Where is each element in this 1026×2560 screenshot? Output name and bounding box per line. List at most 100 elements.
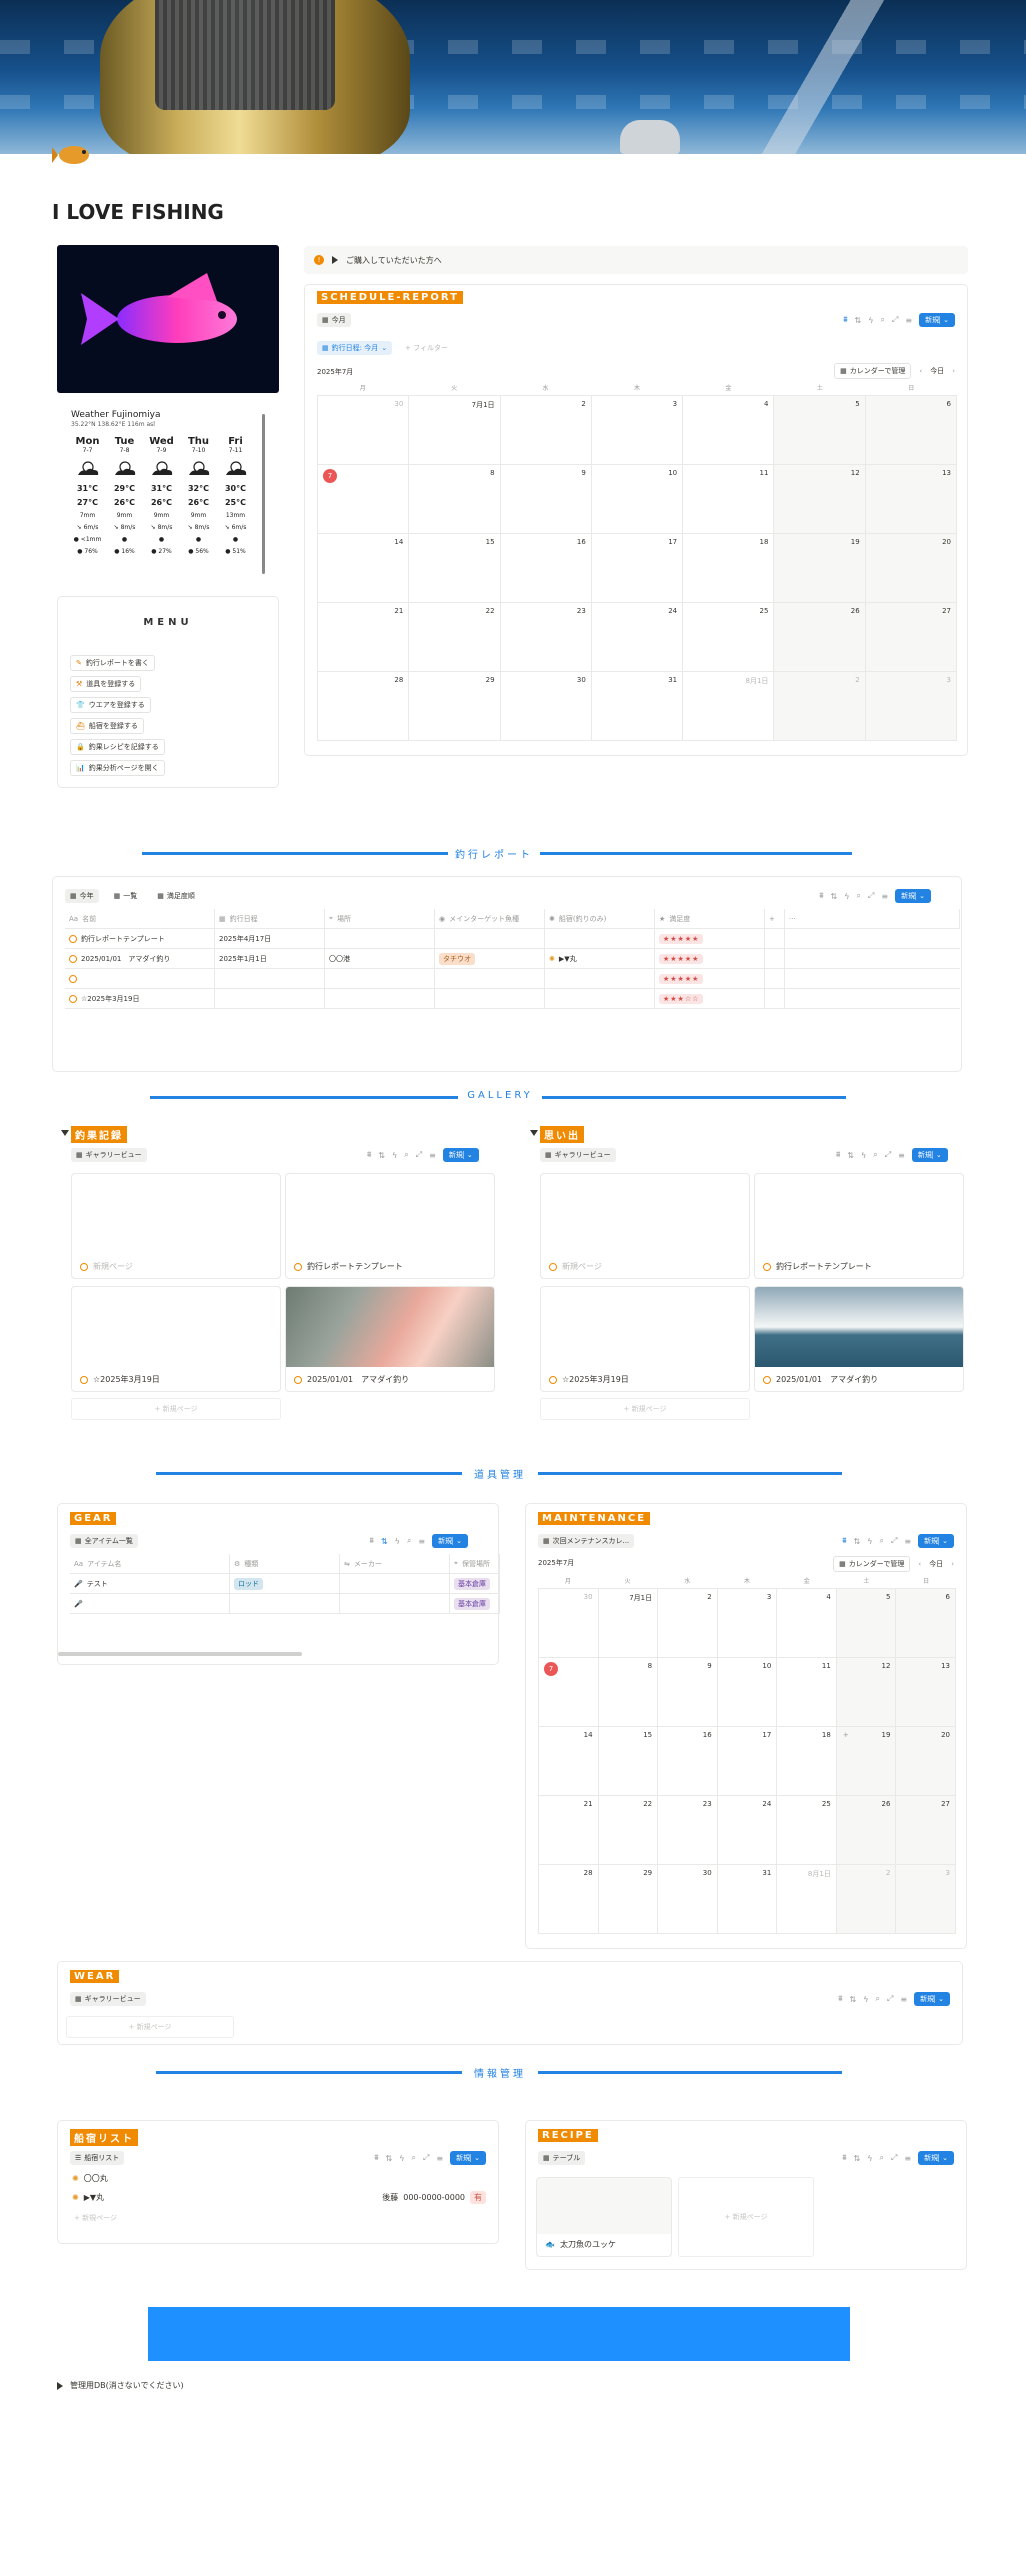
fish-page-icon[interactable] — [52, 138, 96, 170]
calendar-day[interactable]: 12 — [836, 1658, 897, 1727]
menu-item-5[interactable]: 🔒 釣果レシピを記録する — [70, 739, 165, 755]
lightning-icon[interactable]: ϟ — [868, 316, 873, 325]
new-button[interactable]: 新規 ⌄ — [432, 1534, 468, 1548]
settings-icon[interactable]: ≡ — [898, 1151, 905, 1160]
search-icon[interactable]: ⌕ — [412, 2153, 416, 2163]
add-new-page-button[interactable]: + 新規ページ — [678, 2177, 814, 2257]
calendar-day[interactable]: 8月1日 — [683, 672, 775, 741]
column-header[interactable]: + — [765, 909, 785, 928]
calendar-day[interactable]: 13 — [865, 465, 957, 534]
filter-icon[interactable]: ⩩ — [843, 315, 847, 325]
new-button[interactable]: 新規 ⌄ — [918, 1534, 954, 1548]
calendar-day[interactable]: 9 — [500, 465, 592, 534]
next-month-icon[interactable]: › — [951, 1560, 954, 1568]
calendar-day[interactable]: 18 — [777, 1727, 837, 1796]
calendar-day[interactable]: 29 — [598, 1865, 659, 1934]
table-row[interactable]: ☆2025年3月19日 ★★★☆☆ — [65, 989, 960, 1009]
calendar-day[interactable]: 6 — [896, 1589, 956, 1658]
calendar-day[interactable]: 29 — [409, 672, 501, 741]
calendar-day[interactable]: 3 — [591, 396, 684, 465]
purchase-callout[interactable]: ! ご購入していただいた方へ — [304, 246, 968, 274]
calendar-day[interactable]: 10 — [717, 1658, 778, 1727]
gallery-card[interactable]: ☆2025年3月19日 — [540, 1286, 750, 1392]
sort-icon[interactable]: ⇅ — [381, 1537, 388, 1546]
calendar-day[interactable]: 21 — [539, 1796, 599, 1865]
new-button[interactable]: 新規 ⌄ — [911, 1148, 948, 1162]
calendar-day[interactable]: 3 — [865, 672, 957, 741]
expand-icon[interactable]: ⤢ — [887, 1994, 893, 2004]
calendar-day[interactable]: 27 — [865, 603, 957, 672]
calendar-day[interactable]: 14 — [539, 1727, 599, 1796]
lightning-icon[interactable]: ϟ — [867, 1537, 872, 1546]
calendar-day[interactable]: 15 — [598, 1727, 659, 1796]
gallery-card[interactable]: 釣行レポートテンプレート — [285, 1173, 495, 1279]
chevron-down-icon[interactable]: ⌄ — [931, 1151, 942, 1159]
chevron-down-icon[interactable]: ⌄ — [462, 1151, 473, 1159]
calendar-day[interactable]: 19 + — [836, 1727, 897, 1796]
sort-icon[interactable]: ⇅ — [854, 1537, 861, 1546]
list-item[interactable]: ✺ 〇〇丸 — [72, 2173, 486, 2184]
menu-item-2[interactable]: ⚒ 道具を登録する — [70, 676, 142, 692]
add-new-page-button[interactable]: + 新規ページ — [66, 2016, 234, 2038]
new-button[interactable]: 新規 ⌄ — [914, 1992, 950, 2006]
calendar-day[interactable]: 8 — [409, 465, 501, 534]
column-header[interactable]: ··· — [785, 909, 960, 928]
recipe-card[interactable]: 🐟 太刀魚のユッケ — [536, 2177, 672, 2257]
settings-icon[interactable]: ≡ — [904, 2154, 911, 2163]
calendar-day[interactable]: 27 — [896, 1796, 956, 1865]
lightning-icon[interactable]: ϟ — [863, 1995, 868, 2004]
filter-chip[interactable]: ▦ 釣行日程: 今月 ⌄ — [317, 341, 393, 355]
search-icon[interactable]: ⌕ — [880, 1536, 884, 1546]
search-icon[interactable]: ⌕ — [404, 1150, 408, 1160]
view-tab-list[interactable]: ▦ 一覧 — [109, 889, 143, 903]
expand-icon[interactable]: ⤢ — [892, 315, 898, 325]
toggle-arrow-icon[interactable] — [57, 2381, 63, 2390]
calendar-day[interactable]: 16 — [500, 534, 592, 603]
calendar-day[interactable]: 7月1日 — [409, 396, 501, 465]
filter-icon[interactable]: ⩩ — [819, 891, 823, 901]
calendar-day[interactable]: 15 — [409, 534, 501, 603]
lightning-icon[interactable]: ϟ — [844, 892, 849, 901]
table-row[interactable]: 2025/01/01 アマダイ釣り 2025年1月1日 〇〇港 タチウオ ✺ ▶▼丸 ★★★… — [65, 949, 960, 969]
new-button[interactable]: 新規 ⌄ — [918, 2151, 954, 2165]
gallery-card[interactable]: 新規ページ — [540, 1173, 750, 1279]
calendar-day[interactable]: 19 — [774, 534, 866, 603]
settings-icon[interactable]: ≡ — [905, 316, 912, 325]
lightning-icon[interactable]: ϟ — [395, 1537, 400, 1546]
lightning-icon[interactable]: ϟ — [392, 1151, 397, 1160]
menu-item-6[interactable]: 📊 釣果分析ページを開く — [70, 760, 165, 776]
settings-icon[interactable]: ≡ — [436, 2154, 443, 2163]
weather-widget[interactable]: Weather Fujinomiya 35.22°N 138.62°E 116m… — [57, 402, 275, 588]
settings-icon[interactable]: ≡ — [904, 1537, 911, 1546]
table-row[interactable]: 釣行レポートテンプレート 2025年4月17日 ★★★★★ — [65, 929, 960, 949]
horizontal-scrollbar[interactable] — [58, 1652, 302, 1656]
view-tab-table[interactable]: ▦ テーブル — [538, 2151, 586, 2165]
calendar-day[interactable]: 20 — [865, 534, 957, 603]
admin-toggle[interactable]: 管理用DB(消さないでください) — [57, 2380, 184, 2391]
calendar-day[interactable]: 3 — [717, 1589, 778, 1658]
gallery-card[interactable]: 釣行レポートテンプレート — [754, 1173, 964, 1279]
filter-icon[interactable]: ⩩ — [367, 1150, 371, 1160]
list-item[interactable]: ✺ ▶▼丸 後藤 000-0000-0000 有 — [72, 2191, 486, 2204]
new-button[interactable]: 新規 ⌄ — [895, 889, 931, 903]
sort-icon[interactable]: ⇅ — [855, 316, 862, 325]
search-icon[interactable]: ⌕ — [873, 1150, 877, 1160]
weather-scrollbar[interactable] — [262, 414, 265, 574]
add-filter-button[interactable]: + フィルター — [405, 343, 448, 353]
today-button[interactable]: 今日 — [929, 1559, 943, 1569]
calendar-day[interactable]: 21 — [318, 603, 410, 672]
calendar-day[interactable]: 25 — [683, 603, 775, 672]
calendar-day[interactable]: 7 — [539, 1658, 599, 1727]
calendar-day[interactable]: 3 — [896, 1865, 956, 1934]
calendar-day[interactable]: 24 — [717, 1796, 778, 1865]
search-icon[interactable]: ⌕ — [876, 1994, 880, 2004]
calendar-day[interactable]: 28 — [318, 672, 410, 741]
new-button[interactable]: 新規 ⌄ — [450, 2151, 486, 2165]
calendar-day[interactable]: 12 — [774, 465, 866, 534]
sort-icon[interactable]: ⇅ — [850, 1995, 857, 2004]
toggle-arrow-icon[interactable] — [530, 1130, 538, 1136]
today-button[interactable]: 今日 — [930, 366, 944, 376]
calendar-day[interactable]: 17 — [591, 534, 684, 603]
filter-icon[interactable]: ⩩ — [370, 1536, 374, 1546]
calendar-day[interactable]: 14 — [318, 534, 410, 603]
